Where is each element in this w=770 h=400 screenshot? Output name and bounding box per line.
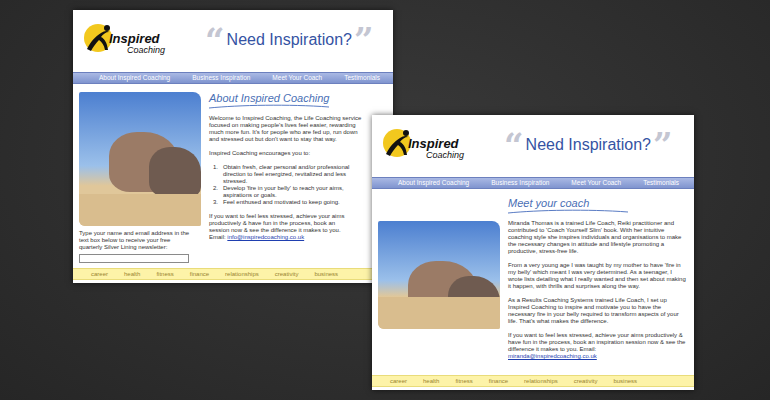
footer-link[interactable]: career (91, 270, 108, 278)
footer-link[interactable]: finance (489, 377, 508, 385)
footer-link[interactable]: business (314, 270, 338, 278)
email-link[interactable]: miranda@inspiredcoaching.co.uk (508, 353, 688, 360)
list-item: 1. Obtain fresh, clear personal and/or p… (209, 164, 387, 185)
logo[interactable]: Inspired Coaching (380, 128, 464, 162)
logo-text: Inspired Coaching (109, 32, 165, 57)
nav-item[interactable]: Meet Your Coach (571, 179, 621, 187)
photo (378, 221, 500, 329)
quote-open: “ (504, 130, 524, 160)
section-heading: Meet your coach (508, 197, 688, 214)
footer-link[interactable]: career (390, 377, 407, 385)
footer-link[interactable]: fitness (156, 270, 173, 278)
quote-open: “ (205, 25, 225, 55)
paragraph: Miranda Thomas is a trained Life Coach, … (508, 220, 688, 255)
footer-link[interactable]: relationships (225, 270, 259, 278)
page-body: Type your name and email address in thet… (73, 84, 393, 268)
footer-link[interactable]: health (423, 377, 439, 385)
nav-item[interactable]: About Inspired Coaching (398, 179, 469, 187)
nav-item[interactable]: About Inspired Coaching (99, 74, 170, 82)
left-column (378, 197, 500, 371)
web-page: Inspired Coaching “ Need Inspiration? ” … (73, 10, 393, 283)
logo[interactable]: Inspired Coaching (81, 23, 165, 57)
paragraph: If you want to feel less stressed, achie… (508, 332, 688, 360)
content-column: Meet your coach Miranda Thomas is a trai… (508, 197, 688, 371)
section-heading: About Inspired Coaching (209, 92, 387, 109)
footer-bar: career health fitness finance relationships c… (73, 268, 393, 280)
tagline-text: Need Inspiration? (227, 30, 352, 50)
email-link[interactable]: info@inspiredcoaching.co.uk (227, 234, 304, 240)
footer-link[interactable]: creativity (574, 377, 598, 385)
logo-text: Inspired Coaching (408, 137, 464, 162)
footer-link[interactable]: fitness (455, 377, 472, 385)
nav-item[interactable]: Meet Your Coach (272, 74, 322, 82)
tagline: “ Need Inspiration? ” (205, 25, 374, 55)
footer-bar: career health fitness finance relationships c… (372, 375, 694, 387)
paragraph: Welcome to Inspired Coaching, the Life C… (209, 115, 387, 143)
nav-item[interactable]: Testimonials (344, 74, 380, 82)
newsletter-input[interactable] (79, 254, 189, 263)
page-header: Inspired Coaching “ Need Inspiration? ” (372, 115, 694, 175)
nav-item[interactable]: Business Inspiration (491, 179, 549, 187)
underline-swoosh-icon (508, 209, 628, 214)
footer-link[interactable]: creativity (275, 270, 299, 278)
footer-link[interactable]: relationships (524, 377, 558, 385)
footer-link[interactable]: health (124, 270, 140, 278)
content-column: About Inspired Coaching Welcome to Inspi… (209, 92, 387, 264)
page-body: Meet your coach Miranda Thomas is a trai… (372, 189, 694, 375)
nav-bar: About Inspired Coaching Business Inspirat… (372, 177, 694, 189)
nav-item[interactable]: Business Inspiration (192, 74, 250, 82)
tagline: “ Need Inspiration? ” (504, 130, 673, 160)
paragraph: If you want to feel less stressed, achie… (209, 213, 387, 241)
paragraph: As a Results Coaching Systems trained Li… (508, 297, 688, 325)
page-header: Inspired Coaching “ Need Inspiration? ” (73, 10, 393, 70)
list-item: 2. Develop 'fire in your belly' to reach… (209, 185, 387, 199)
underline-swoosh-icon (209, 104, 329, 109)
tagline-text: Need Inspiration? (526, 135, 651, 155)
paragraph: From a very young age I was taught by my… (508, 262, 688, 290)
portfolio-stage: Inspired Coaching “ Need Inspiration? ” … (0, 0, 770, 400)
left-column: Type your name and email address in thet… (79, 92, 201, 264)
newsletter-text: Type your name and email address in the (79, 230, 201, 237)
web-page: Inspired Coaching “ Need Inspiration? ” … (372, 115, 694, 390)
footer-link[interactable]: finance (190, 270, 209, 278)
newsletter-text: text box below to receive your free (79, 237, 201, 244)
footer-link[interactable]: business (613, 377, 637, 385)
nav-bar: About Inspired Coaching Business Inspirat… (73, 72, 393, 84)
quote-close: ” (653, 130, 673, 160)
newsletter-signup: Type your name and email address in thet… (79, 230, 201, 263)
list-item: 3. Feel enthused and motivated to keep g… (209, 199, 387, 206)
nav-item[interactable]: Testimonials (643, 179, 679, 187)
photo (79, 92, 201, 226)
quote-close: ” (354, 25, 374, 55)
newsletter-text: quarterly Silver Lining newsletter: (79, 244, 201, 251)
numbered-list: 1. Obtain fresh, clear personal and/or p… (209, 164, 387, 206)
paragraph: Inspired Coaching encourages you to: (209, 150, 387, 157)
